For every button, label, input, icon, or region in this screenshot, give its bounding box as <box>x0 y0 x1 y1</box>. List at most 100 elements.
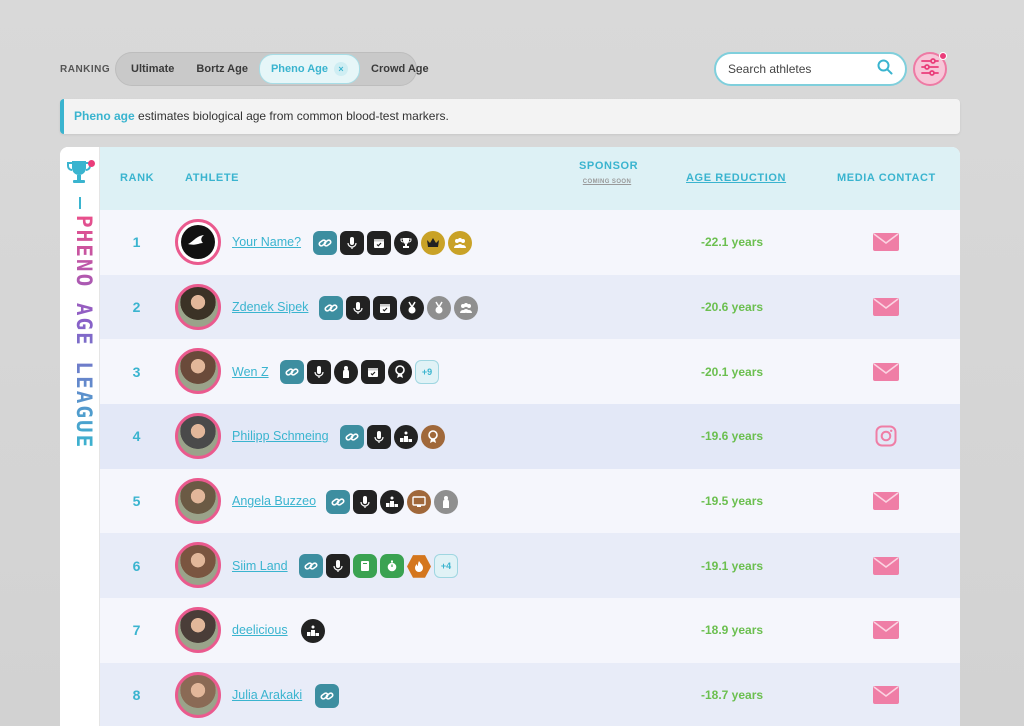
age-reduction-value: -20.1 years <box>701 364 764 379</box>
email-icon[interactable] <box>873 275 899 340</box>
monitor-icon[interactable] <box>407 489 431 514</box>
rank-number: 7 <box>132 622 141 639</box>
rank-number: 2 <box>132 299 141 316</box>
avatar[interactable] <box>175 348 221 395</box>
avatar[interactable] <box>175 413 221 460</box>
avatar[interactable] <box>175 671 221 718</box>
email-icon[interactable] <box>873 469 899 534</box>
microphone-icon[interactable] <box>367 425 391 450</box>
table-row[interactable]: 5 Angela Buzzeo -19.5 years <box>100 468 960 534</box>
avatar[interactable] <box>175 542 221 589</box>
header-age-reduction[interactable]: AGE REDUCTION <box>686 172 786 184</box>
ranking-label: RANKING <box>60 64 111 75</box>
email-icon[interactable] <box>873 663 899 726</box>
athlete-name-link[interactable]: Wen Z <box>232 339 269 404</box>
table-row[interactable]: 4 Philipp Schmeing -19.6 years <box>100 404 960 469</box>
rank-number: 3 <box>132 363 141 380</box>
microphone-icon[interactable] <box>346 295 370 320</box>
age-reduction-value: -18.9 years <box>701 623 764 638</box>
award-icon[interactable] <box>388 360 412 385</box>
email-icon[interactable] <box>873 339 899 404</box>
search-box <box>714 52 907 86</box>
avatar[interactable] <box>175 477 221 524</box>
microphone-icon[interactable] <box>340 231 364 255</box>
calendar-icon[interactable] <box>373 295 397 320</box>
league-title: PHENO AGE LEAGUE <box>66 215 96 449</box>
search-icon[interactable] <box>877 59 893 80</box>
header-sponsor-label: SPONSOR <box>579 160 639 172</box>
badge-list <box>319 295 478 320</box>
award-icon[interactable] <box>421 425 445 450</box>
badge-list: +9 <box>280 360 439 385</box>
tab-pheno-age[interactable]: Pheno Age × <box>258 54 360 84</box>
age-reduction-value: -20.6 years <box>701 300 764 315</box>
trophy-icon[interactable] <box>394 231 418 255</box>
rank-number: 5 <box>132 493 141 510</box>
filter-button[interactable] <box>913 52 947 86</box>
athlete-name-link[interactable]: Your Name? <box>232 210 301 275</box>
athlete-name-link[interactable]: Philipp Schmeing <box>232 404 329 469</box>
info-highlight: Pheno age <box>74 109 135 123</box>
medal-icon[interactable] <box>400 295 424 320</box>
email-icon[interactable] <box>873 533 899 598</box>
tab-ultimate[interactable]: Ultimate <box>120 55 185 83</box>
search-input[interactable] <box>728 62 868 76</box>
table-row[interactable]: 3 Wen Z +9 -20.1 years <box>100 339 960 405</box>
tab-bortz-age[interactable]: Bortz Age <box>185 55 259 83</box>
ranking-tabs: Ultimate Bortz Age Pheno Age × Crowd Age <box>115 52 429 86</box>
instagram-icon[interactable] <box>875 404 897 469</box>
header-sponsor: SPONSOR COMING SOON <box>579 160 639 185</box>
rank-number: 1 <box>132 234 141 251</box>
more-badges-count[interactable]: +9 <box>415 360 439 385</box>
crown-icon[interactable] <box>421 231 445 255</box>
link-icon[interactable] <box>326 489 350 514</box>
fire-icon[interactable] <box>407 555 431 578</box>
tab-crowd-age[interactable]: Crowd Age <box>360 55 440 83</box>
more-badges-count[interactable]: +4 <box>434 554 458 579</box>
table-row[interactable]: 7 deelicious -18.9 years <box>100 598 960 663</box>
podium-icon[interactable] <box>394 425 418 450</box>
microphone-icon[interactable] <box>307 360 331 385</box>
link-icon[interactable] <box>280 360 304 385</box>
table-row[interactable]: 1 Your Name? -22.1 years <box>100 210 960 275</box>
avatar[interactable] <box>175 283 221 330</box>
badge-list <box>301 619 325 644</box>
badge-list <box>313 231 472 255</box>
group-icon[interactable] <box>454 295 478 320</box>
email-icon[interactable] <box>873 598 899 663</box>
avatar[interactable] <box>175 607 221 654</box>
book-icon[interactable] <box>353 554 377 579</box>
person-icon[interactable] <box>334 360 358 385</box>
microphone-icon[interactable] <box>326 554 350 579</box>
link-icon[interactable] <box>319 295 343 320</box>
stopwatch-icon[interactable] <box>380 554 404 579</box>
athlete-name-link[interactable]: Zdenek Sipek <box>232 275 308 340</box>
medal-icon[interactable] <box>427 295 451 320</box>
athlete-name-link[interactable]: Siim Land <box>232 533 288 598</box>
table-row[interactable]: 2 Zdenek Sipek -20.6 years <box>100 274 960 340</box>
header-rank: RANK <box>120 172 155 184</box>
link-icon[interactable] <box>299 554 323 579</box>
sliders-icon <box>920 57 940 81</box>
group-icon[interactable] <box>448 231 472 255</box>
avatar[interactable] <box>175 219 221 265</box>
athlete-name-link[interactable]: Julia Arakaki <box>232 663 302 726</box>
info-banner: Pheno age estimates biological age from … <box>60 99 960 134</box>
calendar-icon[interactable] <box>361 360 385 385</box>
link-icon[interactable] <box>340 425 364 450</box>
table-row[interactable]: 8 Julia Arakaki -18.7 years <box>100 662 960 726</box>
person-icon[interactable] <box>434 489 458 514</box>
athlete-name-link[interactable]: Angela Buzzeo <box>232 469 316 534</box>
badge-list <box>315 683 339 708</box>
microphone-icon[interactable] <box>353 489 377 514</box>
table-row[interactable]: 6 Siim Land +4 -19.1 years <box>100 533 960 599</box>
link-icon[interactable] <box>315 683 339 708</box>
close-icon[interactable]: × <box>334 62 348 76</box>
athlete-name-link[interactable]: deelicious <box>232 598 288 663</box>
podium-icon[interactable] <box>301 619 325 644</box>
podium-icon[interactable] <box>380 489 404 514</box>
email-icon[interactable] <box>873 210 899 275</box>
rank-number: 4 <box>132 428 141 445</box>
calendar-icon[interactable] <box>367 231 391 255</box>
link-icon[interactable] <box>313 231 337 255</box>
